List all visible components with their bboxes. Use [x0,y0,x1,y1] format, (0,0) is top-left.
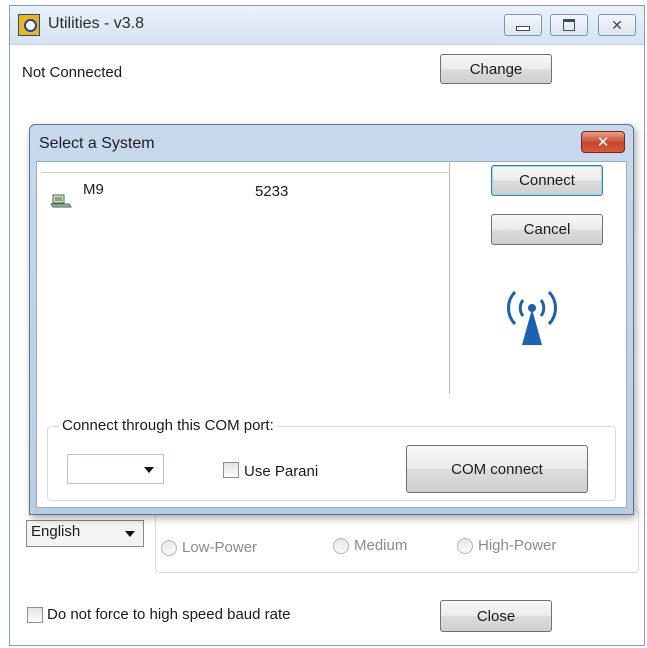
language-select[interactable]: English [26,520,144,547]
close-icon: ✕ [611,17,623,33]
main-titlebar: Utilities - v3.8 ✕ [10,6,644,45]
close-window-button[interactable]: ✕ [598,14,636,36]
use-parani-checkbox[interactable] [223,462,239,478]
system-list[interactable]: M9 5233 [37,162,450,394]
system-id: 5233 [255,183,289,200]
minimize-icon [516,25,530,31]
list-item[interactable]: M9 5233 [37,174,447,208]
change-button[interactable]: Change [440,54,552,84]
com-port-group-label: Connect through this COM port: [59,417,277,434]
dialog-title: Select a System [39,135,155,152]
medium-radio[interactable] [333,538,349,554]
close-icon: ✕ [596,134,610,151]
chevron-down-icon [125,531,135,537]
system-name: M9 [83,181,104,198]
connection-status: Not Connected [22,64,123,81]
window-title: Utilities - v3.8 [48,15,145,32]
use-parani-label: Use Parani [244,463,319,480]
app-icon [18,14,40,36]
list-header-divider [41,172,450,173]
com-port-select[interactable] [67,454,164,484]
baud-rate-checkbox[interactable] [27,607,43,623]
chevron-down-icon [144,467,154,473]
dialog-body: M9 5233 Connect Cancel Connect through t… [36,161,627,508]
maximize-icon [563,19,575,31]
minimize-button[interactable] [504,14,542,36]
low-power-radio[interactable] [161,540,177,556]
maximize-button[interactable] [550,14,588,36]
language-value: English [31,523,81,540]
high-power-radio[interactable] [457,538,473,554]
wireless-icon [507,290,557,345]
cancel-button[interactable]: Cancel [491,214,603,245]
select-system-dialog: Select a System ✕ M9 5233 Connect Cancel [29,124,634,515]
device-icon [50,194,72,208]
com-connect-button[interactable]: COM connect [406,445,588,493]
low-power-label: Low-Power [182,539,258,556]
high-power-label: High-Power [478,537,557,554]
medium-label: Medium [354,537,408,554]
connect-button[interactable]: Connect [491,165,603,196]
close-button[interactable]: Close [440,600,552,632]
baud-rate-label: Do not force to high speed baud rate [47,606,291,623]
dialog-close-button[interactable]: ✕ [581,131,625,153]
